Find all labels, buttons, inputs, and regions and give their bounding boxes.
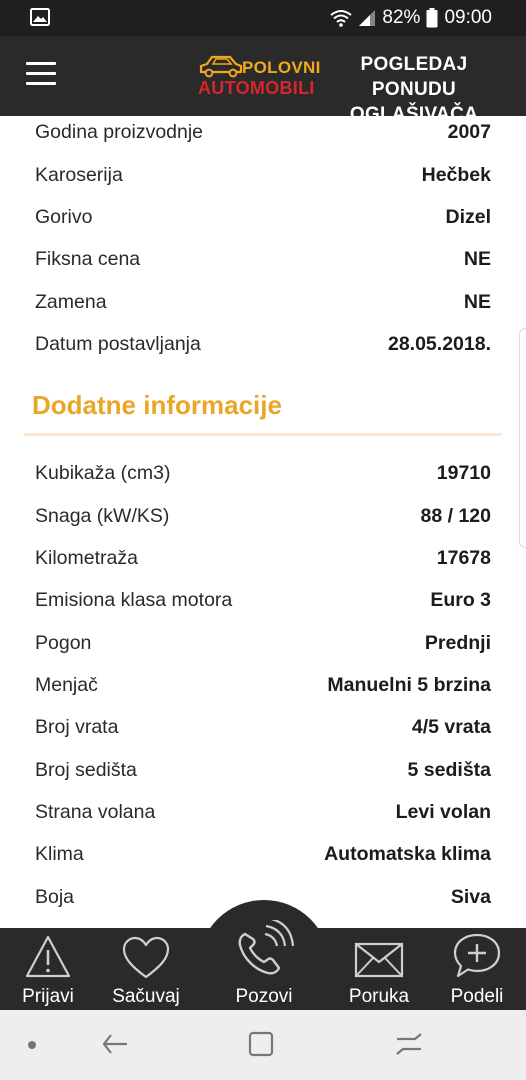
section-divider xyxy=(24,433,502,436)
call-button[interactable]: Pozovi xyxy=(198,920,330,1010)
app-bar: POLOVNI AUTOMOBILI POGLEDAJ PONUDU OGLAŠ… xyxy=(0,36,526,125)
report-button[interactable]: Prijavi xyxy=(0,928,96,1010)
detail-value: Automatska klima xyxy=(324,842,491,865)
detail-row: Broj sedišta 5 sedišta xyxy=(35,755,491,785)
detail-row: Strana volana Levi volan xyxy=(35,797,491,827)
detail-value: NE xyxy=(463,247,491,270)
detail-value: Hečbek xyxy=(421,163,491,186)
offer-line1: POGLEDAJ PONUDU xyxy=(360,54,468,100)
share-label: Podeli xyxy=(450,986,504,1007)
detail-label: Godina proizvodnje xyxy=(35,120,204,143)
wifi-icon xyxy=(330,10,353,27)
detail-row: Kubikaža (cm3) 19710 xyxy=(35,458,491,488)
phone-icon xyxy=(238,920,295,975)
detail-row: Klima Automatska klima xyxy=(35,839,491,869)
detail-value: Prednji xyxy=(424,631,491,654)
save-label: Sačuvaj xyxy=(112,986,180,1007)
detail-label: Snaga (kW/KS) xyxy=(35,504,170,527)
recents-icon[interactable] xyxy=(395,1030,423,1058)
envelope-icon xyxy=(354,942,404,978)
detail-label: Kubikaža (cm3) xyxy=(35,461,171,484)
heart-icon xyxy=(122,936,170,979)
detail-value: NE xyxy=(463,290,491,313)
detail-label: Broj vrata xyxy=(35,715,119,738)
detail-label: Boja xyxy=(35,885,75,908)
dot-icon xyxy=(28,1041,36,1049)
detail-value: Levi volan xyxy=(395,800,491,823)
bottom-action-bar: Prijavi Sačuvaj Pozovi Poruka Podeli xyxy=(0,920,526,1010)
detail-value: Manuelni 5 brzina xyxy=(327,673,491,696)
gallery-icon xyxy=(30,8,50,26)
detail-label: Broj sedišta xyxy=(35,758,137,781)
scrollbar[interactable] xyxy=(519,328,526,548)
detail-value: Euro 3 xyxy=(430,588,491,611)
detail-value: Dizel xyxy=(445,205,491,228)
detail-row: Godina proizvodnje 2007 xyxy=(35,117,491,147)
detail-label: Gorivo xyxy=(35,205,93,228)
logo-text-top: POLOVNI xyxy=(242,58,321,77)
detail-value: 2007 xyxy=(447,120,491,143)
detail-row: Pogon Prednji xyxy=(35,628,491,658)
detail-label: Menjač xyxy=(35,673,98,696)
call-label: Pozovi xyxy=(235,986,293,1007)
detail-row: Fiksna cena NE xyxy=(35,244,491,274)
system-navigation-bar xyxy=(0,1010,526,1080)
chat-plus-icon xyxy=(453,933,501,978)
clock: 09:00 xyxy=(444,7,492,28)
home-icon[interactable] xyxy=(247,1030,275,1058)
back-icon[interactable] xyxy=(101,1030,129,1058)
detail-label: Strana volana xyxy=(35,800,156,823)
detail-label: Klima xyxy=(35,842,84,865)
detail-row: Kilometraža 17678 xyxy=(35,543,491,573)
logo-text-bottom: AUTOMOBILI xyxy=(198,78,315,98)
battery-icon xyxy=(426,8,438,28)
detail-label: Kilometraža xyxy=(35,546,138,569)
detail-value: 88 / 120 xyxy=(420,504,491,527)
warning-icon xyxy=(25,935,71,978)
section-title: Dodatne informacije xyxy=(32,390,282,420)
hamburger-menu-icon[interactable] xyxy=(26,62,56,90)
report-label: Prijavi xyxy=(22,986,74,1007)
status-bar: 82% 09:00 xyxy=(0,0,526,36)
detail-label: Pogon xyxy=(35,631,92,654)
save-button[interactable]: Sačuvaj xyxy=(96,928,196,1010)
detail-value: 19710 xyxy=(436,461,491,484)
car-logo-icon xyxy=(199,55,243,78)
detail-row: Emisiona klasa motora Euro 3 xyxy=(35,585,491,615)
message-label: Poruka xyxy=(348,986,410,1007)
detail-value: 4/5 vrata xyxy=(411,715,491,738)
detail-label: Emisiona klasa motora xyxy=(35,588,233,611)
detail-row: Karoserija Hečbek xyxy=(35,160,491,190)
detail-row: Datum postavljanja 28.05.2018. xyxy=(35,329,491,359)
detail-value: 5 sedišta xyxy=(407,758,491,781)
detail-label: Karoserija xyxy=(35,163,123,186)
detail-row: Broj vrata 4/5 vrata xyxy=(35,712,491,742)
listing-details[interactable]: Godina proizvodnje 2007 Karoserija Hečbe… xyxy=(0,116,526,928)
detail-value: 28.05.2018. xyxy=(387,332,491,355)
detail-value: 17678 xyxy=(436,546,491,569)
status-right: 82% 09:00 xyxy=(330,0,492,36)
message-button[interactable]: Poruka xyxy=(330,928,428,1010)
battery-percent: 82% xyxy=(382,7,421,28)
detail-label: Datum postavljanja xyxy=(35,332,201,355)
share-button[interactable]: Podeli xyxy=(428,928,526,1010)
detail-label: Zamena xyxy=(35,290,107,313)
logo[interactable]: POLOVNI AUTOMOBILI xyxy=(196,50,320,102)
detail-label: Fiksna cena xyxy=(35,247,141,270)
signal-icon xyxy=(359,10,376,26)
detail-value: Siva xyxy=(450,885,491,908)
detail-row: Zamena NE xyxy=(35,287,491,317)
detail-row: Gorivo Dizel xyxy=(35,202,491,232)
detail-row: Menjač Manuelni 5 brzina xyxy=(35,670,491,700)
detail-row: Snaga (kW/KS) 88 / 120 xyxy=(35,501,491,531)
